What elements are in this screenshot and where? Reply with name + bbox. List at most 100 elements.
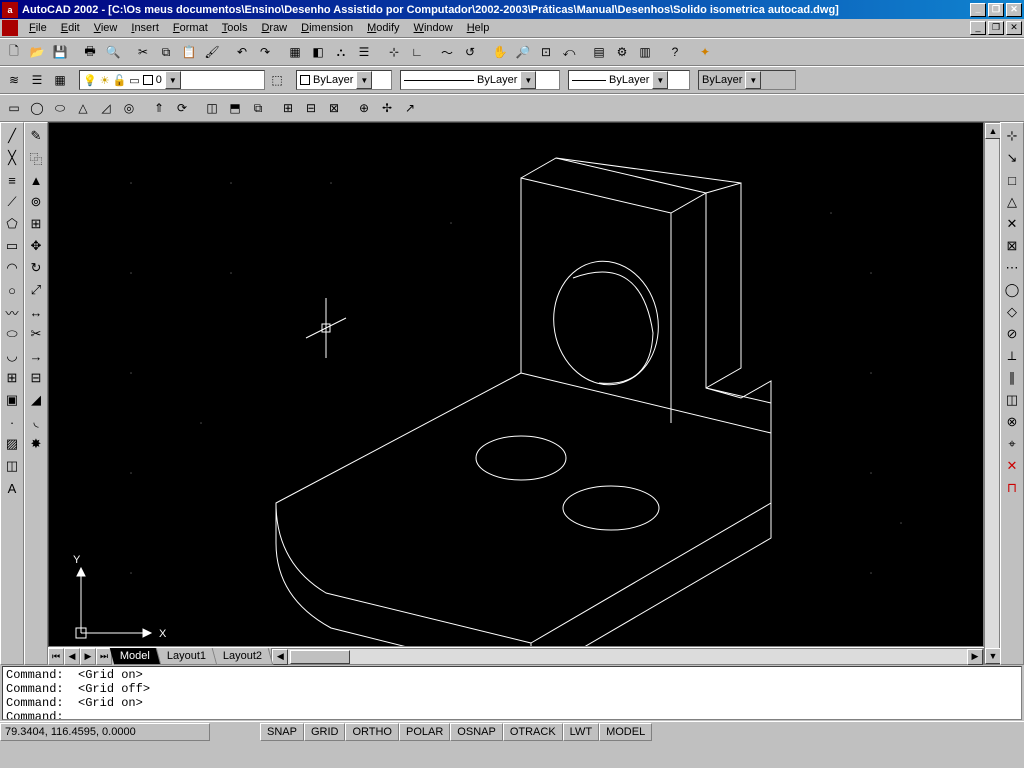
3dorbit-icon[interactable]: ⊕	[353, 97, 375, 119]
snap-end-icon[interactable]: □	[1001, 169, 1023, 191]
revolve-icon[interactable]: ⟳	[171, 97, 193, 119]
dropdown-arrow-icon[interactable]: ▼	[745, 71, 761, 89]
ellipse-icon[interactable]: ⬭	[1, 323, 23, 345]
snap-node-icon[interactable]: ⊗	[1001, 411, 1023, 433]
designcenter-icon[interactable]: ▥	[634, 41, 656, 63]
make-current-icon[interactable]: ⬚	[266, 69, 288, 91]
snap-none-icon[interactable]: ✕	[1001, 455, 1023, 477]
scroll-down-icon[interactable]: ▼	[985, 648, 1001, 664]
menu-edit[interactable]: Edit	[54, 20, 87, 36]
close-button[interactable]: ✕	[1006, 3, 1022, 17]
torus-icon[interactable]: ◎	[118, 97, 140, 119]
tab-model[interactable]: Model	[110, 648, 162, 665]
snap-mid-icon[interactable]: △	[1001, 191, 1023, 213]
stretch-icon[interactable]: ↔	[25, 301, 47, 323]
doc-close-button[interactable]: ✕	[1006, 21, 1022, 35]
print-icon[interactable]: 🖶	[79, 41, 101, 63]
open-icon[interactable]: 📂	[26, 41, 48, 63]
line-icon[interactable]: ╱	[1, 125, 23, 147]
offset-icon[interactable]: ⊚	[25, 191, 47, 213]
3dswivel-icon[interactable]: ↗	[399, 97, 421, 119]
snap-settings-icon[interactable]: ⊓	[1001, 477, 1023, 499]
redo-icon[interactable]: ↷	[254, 41, 276, 63]
status-toggle-grid[interactable]: GRID	[304, 723, 346, 741]
snap-ins-icon[interactable]: ◫	[1001, 389, 1023, 411]
status-toggle-polar[interactable]: POLAR	[399, 723, 450, 741]
rectangle-icon[interactable]: ▭	[1, 235, 23, 257]
dropdown-arrow-icon[interactable]: ▼	[520, 71, 536, 89]
plotstyle-dropdown[interactable]: ByLayer ▼	[698, 70, 796, 90]
3dcontorbit-icon[interactable]: ✢	[376, 97, 398, 119]
snap-appint-icon[interactable]: ⊠	[1001, 235, 1023, 257]
menu-tools[interactable]: Tools	[215, 20, 255, 36]
menu-window[interactable]: Window	[407, 20, 460, 36]
ellipsearc-icon[interactable]: ◡	[1, 345, 23, 367]
doc-restore-button[interactable]: ❐	[988, 21, 1004, 35]
cylinder-icon[interactable]: ⬭	[49, 97, 71, 119]
setup-profile-icon[interactable]: ⊠	[323, 97, 345, 119]
status-toggle-ortho[interactable]: ORTHO	[345, 723, 399, 741]
snap-tan-icon[interactable]: ⊘	[1001, 323, 1023, 345]
fillet-icon[interactable]: ◟	[25, 411, 47, 433]
snap-from-icon[interactable]: ↘	[1001, 147, 1023, 169]
cone-icon[interactable]: △	[72, 97, 94, 119]
snap-near-icon[interactable]: ⌖	[1001, 433, 1023, 455]
menu-dimension[interactable]: Dimension	[294, 20, 360, 36]
move-icon[interactable]: ✥	[25, 235, 47, 257]
minimize-button[interactable]: _	[970, 3, 986, 17]
tab-prev-icon[interactable]: ◀	[64, 648, 80, 665]
mline-icon[interactable]: ≡	[1, 169, 23, 191]
tab-first-icon[interactable]: ⏮	[48, 648, 64, 665]
maximize-button[interactable]: ❐	[988, 3, 1004, 17]
vertical-scrollbar[interactable]: ▲ ▼	[984, 122, 1000, 665]
command-window[interactable]: Command: <Grid on> Command: <Grid off> C…	[2, 666, 1022, 720]
status-toggle-snap[interactable]: SNAP	[260, 723, 304, 741]
dbconnect-icon[interactable]: ▤	[588, 41, 610, 63]
redraw-icon[interactable]: ↺	[459, 41, 481, 63]
snap-per-icon[interactable]: ⟂	[1001, 345, 1023, 367]
wedge-icon[interactable]: ◿	[95, 97, 117, 119]
drawing-canvas[interactable]: X Y	[48, 122, 984, 647]
insert-icon[interactable]: ⊞	[1, 367, 23, 389]
trim-icon[interactable]: ✂	[25, 323, 47, 345]
cmd-prompt[interactable]: Command:	[6, 710, 1018, 720]
zoom-realtime-icon[interactable]: 🔎	[512, 41, 534, 63]
horizontal-scrollbar[interactable]: ◀ ▶	[271, 648, 984, 665]
chamfer-icon[interactable]: ◢	[25, 389, 47, 411]
snap-int-icon[interactable]: ✕	[1001, 213, 1023, 235]
coordinates-display[interactable]: 79.3404, 116.4595, 0.0000	[0, 723, 210, 741]
layer-dropdown[interactable]: 💡 ☀ 🔓 ▭ 0 ▼	[79, 70, 265, 90]
block-icon[interactable]: ▣	[1, 389, 23, 411]
erase-icon[interactable]: ✎	[25, 125, 47, 147]
lineweight-dropdown[interactable]: ByLayer ▼	[568, 70, 690, 90]
snap-ext-icon[interactable]: ⋯	[1001, 257, 1023, 279]
menu-view[interactable]: View	[87, 20, 125, 36]
dropdown-arrow-icon[interactable]: ▼	[652, 71, 668, 89]
explode-icon[interactable]: ✸	[25, 433, 47, 455]
scroll-up-icon[interactable]: ▲	[985, 123, 1001, 139]
new-icon[interactable]: 🗋	[3, 41, 25, 63]
color-dropdown[interactable]: ByLayer ▼	[296, 70, 392, 90]
break-icon[interactable]: ⊟	[25, 367, 47, 389]
scroll-left-icon[interactable]: ◀	[272, 649, 288, 665]
undo-icon[interactable]: ↶	[231, 41, 253, 63]
layer-prev-icon[interactable]: ≋	[3, 69, 25, 91]
xline-icon[interactable]: ╳	[1, 147, 23, 169]
setup-view-icon[interactable]: ⊟	[300, 97, 322, 119]
snap-par-icon[interactable]: ∥	[1001, 367, 1023, 389]
pline-icon[interactable]: ⟋	[1, 191, 23, 213]
status-toggle-osnap[interactable]: OSNAP	[450, 723, 503, 741]
box-icon[interactable]: ▭	[3, 97, 25, 119]
menu-draw[interactable]: Draw	[254, 20, 294, 36]
interfere-icon[interactable]: ⧉	[247, 97, 269, 119]
tab-layout2[interactable]: Layout2	[213, 648, 274, 665]
zoom-window-icon[interactable]: ⊡	[535, 41, 557, 63]
snap-temp-icon[interactable]: ⊹	[1001, 125, 1023, 147]
copy-obj-icon[interactable]: ⿻	[25, 147, 47, 169]
arc-icon[interactable]: ◠	[1, 257, 23, 279]
osnap-from-icon[interactable]: ⊹	[383, 41, 405, 63]
array-icon[interactable]: ⊞	[25, 213, 47, 235]
autodesk-icon[interactable]: ◧	[307, 41, 329, 63]
ucs-icon[interactable]: ∟	[406, 41, 428, 63]
help-icon[interactable]: ?	[664, 41, 686, 63]
